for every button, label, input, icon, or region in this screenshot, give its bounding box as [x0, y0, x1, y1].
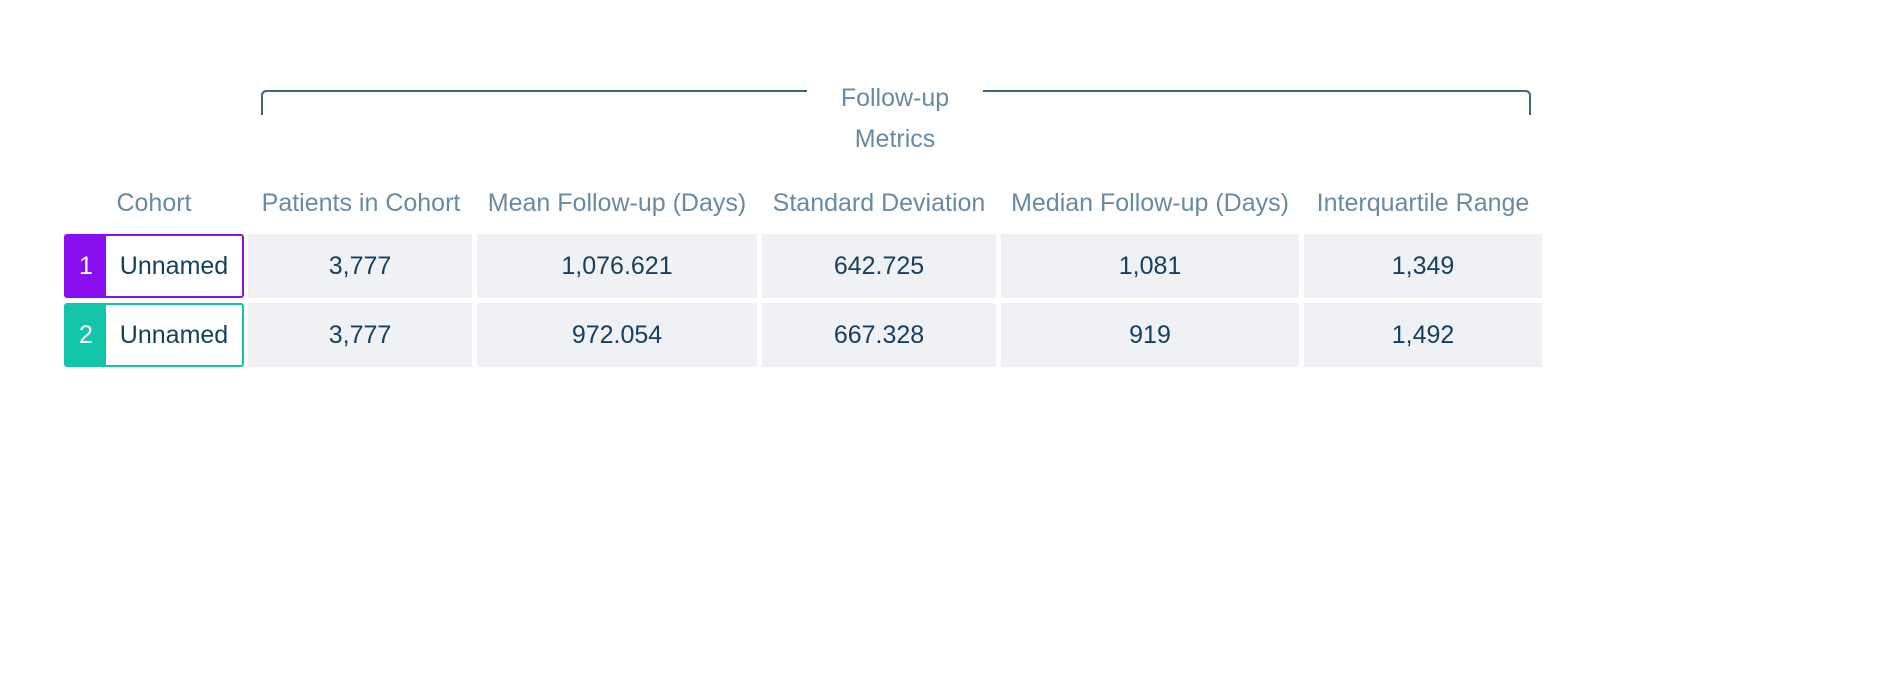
- cohort-tag[interactable]: 1 Unnamed: [64, 234, 244, 298]
- column-header-median-follow-up: Median Follow-up (Days): [1011, 189, 1289, 217]
- table-row: 1 Unnamed 3,777 1,076.621 642.725 1,081 …: [0, 234, 1902, 298]
- cohort-tag[interactable]: 2 Unnamed: [64, 303, 244, 367]
- group-header-follow-up-metrics: Follow-up Metrics: [807, 78, 983, 160]
- column-header-mean-follow-up: Mean Follow-up (Days): [487, 189, 747, 217]
- cell-patients-in-cohort: 3,777: [248, 303, 472, 367]
- cohort-name: Unnamed: [119, 321, 229, 349]
- column-header-interquartile-range: Interquartile Range: [1316, 189, 1530, 217]
- cell-patients-in-cohort: 3,777: [248, 234, 472, 298]
- cell-mean-follow-up: 1,076.621: [477, 234, 757, 298]
- table-header-row: Cohort Patients in Cohort Mean Follow-up…: [0, 183, 1902, 223]
- cell-standard-deviation: 667.328: [762, 303, 996, 367]
- table-row: 2 Unnamed 3,777 972.054 667.328 919 1,49…: [0, 303, 1902, 367]
- cell-mean-follow-up: 972.054: [477, 303, 757, 367]
- cohort-index: 2: [66, 305, 106, 365]
- cohort-index: 1: [66, 236, 106, 296]
- cell-interquartile-range: 1,349: [1304, 234, 1542, 298]
- column-header-standard-deviation: Standard Deviation: [772, 189, 986, 217]
- cohort-name: Unnamed: [119, 252, 229, 280]
- column-header-patients-in-cohort: Patients in Cohort: [261, 189, 461, 217]
- cell-standard-deviation: 642.725: [762, 234, 996, 298]
- cell-interquartile-range: 1,492: [1304, 303, 1542, 367]
- cell-median-follow-up: 919: [1001, 303, 1299, 367]
- column-header-cohort: Cohort: [116, 189, 192, 217]
- cell-median-follow-up: 1,081: [1001, 234, 1299, 298]
